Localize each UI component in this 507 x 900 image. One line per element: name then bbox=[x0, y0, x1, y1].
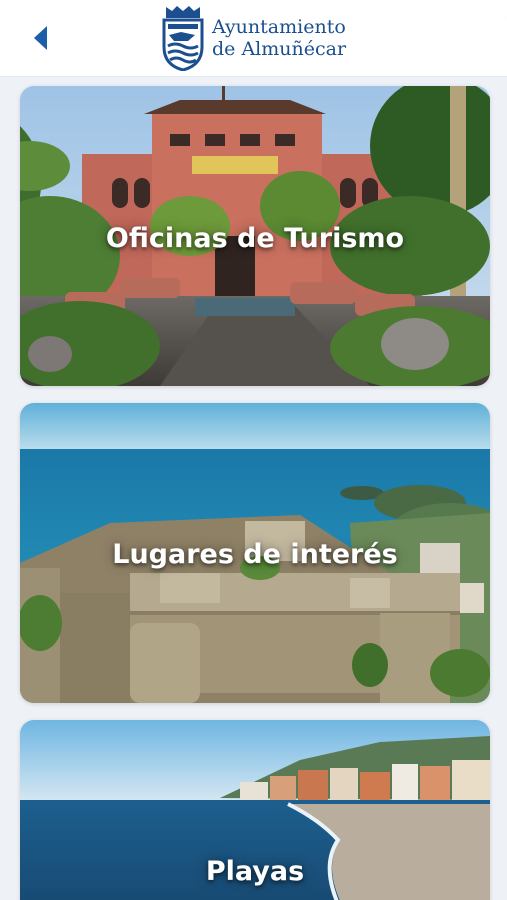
chevron-left-icon bbox=[34, 26, 47, 50]
card-title: Lugares de interés bbox=[112, 539, 398, 570]
brand-line-1: Ayuntamiento bbox=[212, 16, 346, 38]
card-title: Oficinas de Turismo bbox=[105, 223, 405, 254]
crest-icon bbox=[162, 6, 204, 71]
app-screen: Ayuntamiento de Almuñécar Oficinas de Tu… bbox=[0, 0, 507, 900]
brand-line-2: de Almuñécar bbox=[212, 38, 347, 60]
card-playas[interactable]: Playas bbox=[20, 720, 490, 900]
card-lugares-de-interes[interactable]: Lugares de interés bbox=[20, 403, 490, 703]
card-oficinas-de-turismo[interactable]: Oficinas de Turismo bbox=[20, 86, 490, 386]
card-title: Playas bbox=[205, 856, 305, 887]
top-bar: Ayuntamiento de Almuñécar bbox=[0, 0, 507, 77]
back-button[interactable] bbox=[20, 18, 60, 58]
brand-name: Ayuntamiento de Almuñécar bbox=[212, 16, 346, 60]
brand-logo: Ayuntamiento de Almuñécar bbox=[160, 4, 346, 72]
